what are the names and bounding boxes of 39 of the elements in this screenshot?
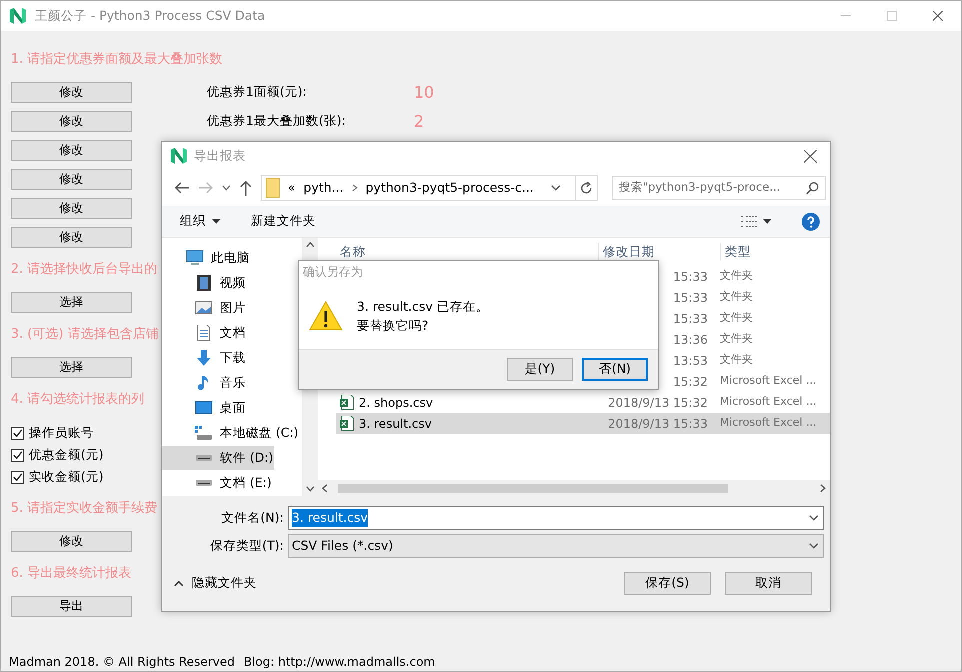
file-type: 文件夹 bbox=[720, 310, 753, 326]
section-heading: 5. 请指定实收金额手续费 bbox=[11, 500, 158, 518]
file-type: Microsoft Excel ... bbox=[720, 394, 817, 410]
section-heading: 3. (可选) 请选择包含店铺 bbox=[11, 326, 159, 344]
section-heading: 1. 请指定优惠券面额及最大叠加张数 bbox=[11, 51, 223, 69]
modified-date: 13:36 bbox=[673, 332, 708, 348]
file-type: 文件夹 bbox=[720, 289, 753, 306]
window-title: 王颜公子 - Python3 Process CSV Data bbox=[35, 6, 266, 25]
file-type: Microsoft Excel ... bbox=[720, 373, 817, 390]
dialog-title: 导出报表 bbox=[194, 146, 246, 165]
section-heading: 6. 导出最终统计报表 bbox=[11, 565, 132, 583]
setting-value: 2 bbox=[414, 110, 424, 132]
message-text: 3. result.csv 已存在。 bbox=[357, 298, 489, 316]
checkbox-label: 实收金额(元) bbox=[29, 468, 104, 486]
field-label: 文件名(N): bbox=[220, 508, 284, 527]
modified-date: 15:33 bbox=[673, 310, 708, 328]
modified-date: 15:32 bbox=[673, 374, 708, 390]
file-type: 文件夹 bbox=[720, 331, 753, 348]
modified-date: 13:53 bbox=[673, 352, 708, 370]
file-type: 文件夹 bbox=[720, 268, 753, 284]
modified-date: 2018/9/13 15:33 bbox=[608, 416, 708, 432]
setting-label: 优惠券1面额(元): bbox=[207, 83, 308, 102]
dialog-title: 确认另存为 bbox=[302, 264, 364, 281]
file-type: Microsoft Excel ... bbox=[720, 415, 817, 432]
modified-date: 15:33 bbox=[673, 268, 708, 286]
field-label: 保存类型(T): bbox=[209, 536, 284, 555]
setting-value: 10 bbox=[414, 82, 434, 104]
modified-date: 15:33 bbox=[673, 290, 708, 306]
message-text: 要替换它吗? bbox=[357, 317, 430, 335]
modified-date: 2018/9/13 15:32 bbox=[608, 394, 708, 412]
file-name: 2. shops.csv bbox=[359, 394, 434, 412]
section-heading: 2. 请选择快收后台导出的 bbox=[11, 261, 158, 279]
file-type: 文件夹 bbox=[720, 352, 753, 368]
checkbox-label: 优惠金额(元) bbox=[29, 446, 104, 464]
copyright-text: Madman 2018. © All Rights Reserved bbox=[9, 654, 235, 671]
file-name: 3. result.csv bbox=[359, 416, 432, 432]
checkbox-label: 操作员账号 bbox=[29, 424, 94, 442]
setting-label: 优惠券1最大叠加数(张): bbox=[207, 112, 347, 130]
section-heading: 4. 请勾选统计报表的列 bbox=[11, 391, 145, 409]
